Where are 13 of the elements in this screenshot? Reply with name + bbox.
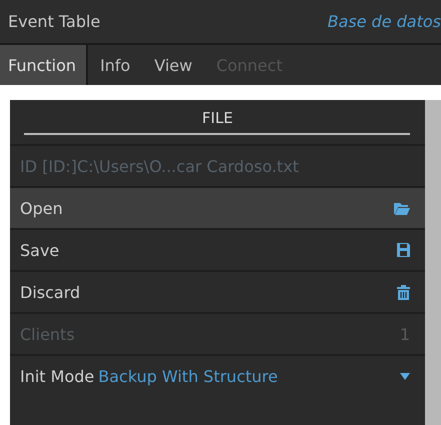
caret-icon [400,372,410,380]
scrollbar[interactable] [425,100,441,425]
app-title: Event Table [8,12,100,31]
folder-icon [394,202,410,214]
tab[interactable]: View [142,45,204,85]
menu-item[interactable]: Open [10,186,425,228]
trash-icon [397,284,410,300]
init-mode-label: Init Mode [20,366,94,386]
tab[interactable]: Function [0,45,88,85]
panel-title: FILE [201,108,234,129]
tab[interactable]: Info [88,45,142,85]
init-mode-dropdown[interactable]: Backup With Structure [98,366,410,386]
database-label: Base de datos [328,12,441,31]
